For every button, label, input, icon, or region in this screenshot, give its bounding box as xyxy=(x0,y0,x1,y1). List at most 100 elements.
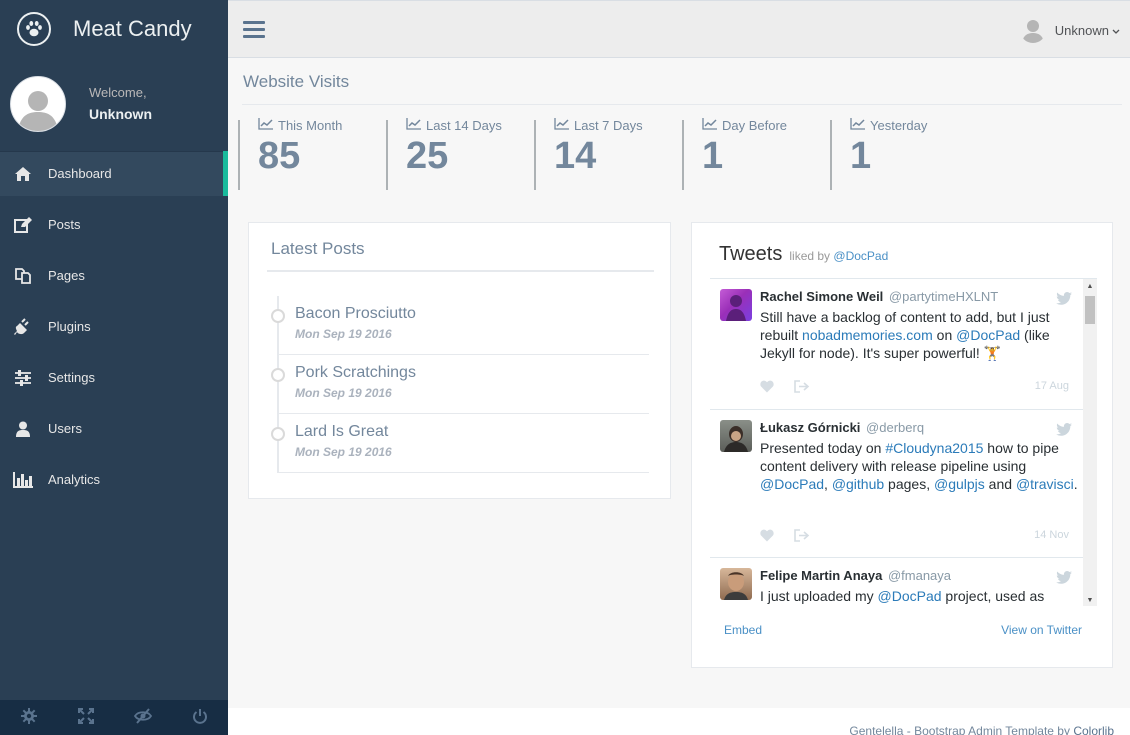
tweet-link[interactable]: nobadmemories.com xyxy=(802,327,933,343)
line-chart-icon xyxy=(850,118,870,133)
tweet-date[interactable]: 14 Nov xyxy=(1034,529,1069,541)
plug-icon xyxy=(12,316,34,338)
footer-text: Gentelella - Bootstrap Admin Template by… xyxy=(849,724,1114,735)
stat-tile: Day Before 1 xyxy=(682,118,830,190)
brand[interactable]: Meat Candy xyxy=(0,0,228,57)
scroll-thumb[interactable] xyxy=(1085,296,1095,324)
post-title-link[interactable]: Lard Is Great xyxy=(295,423,649,441)
twitter-bird-icon[interactable] xyxy=(1056,571,1072,587)
stat-label-text: Day Before xyxy=(722,118,788,133)
main-content: Website Visits This Month 85 Last 14 Day… xyxy=(228,58,1130,708)
logout-button[interactable] xyxy=(171,700,228,735)
posts-timeline: Bacon Prosciutto Mon Sep 19 2016 Pork Sc… xyxy=(271,296,649,473)
sidebar-item-plugins[interactable]: Plugins xyxy=(0,301,228,352)
bar-chart-icon xyxy=(12,469,34,491)
colorlib-link[interactable]: Colorlib xyxy=(1073,724,1114,735)
timeline-dot xyxy=(271,309,285,323)
post-title-link[interactable]: Bacon Prosciutto xyxy=(295,305,649,323)
tweet-text-segment: pages, xyxy=(884,476,934,492)
fullscreen-icon xyxy=(77,708,94,727)
profile-name: Unknown xyxy=(89,106,152,122)
hamburger-bar xyxy=(243,35,265,38)
stat-label: Yesterday xyxy=(850,118,978,133)
menu-toggle-button[interactable] xyxy=(243,21,265,39)
hamburger-icon xyxy=(243,21,265,24)
profile-avatar xyxy=(10,75,66,132)
tweet-handle[interactable]: @derberq xyxy=(866,420,924,435)
stat-count: 1 xyxy=(850,135,872,177)
tweet-actions xyxy=(760,529,830,545)
tweet-author[interactable]: Łukasz Górnicki xyxy=(760,420,860,435)
post-date: Mon Sep 19 2016 xyxy=(295,327,392,341)
home-icon xyxy=(12,163,34,185)
sidebar-item-users[interactable]: Users xyxy=(0,403,228,454)
stat-label-text: Last 14 Days xyxy=(426,118,502,133)
liked-by-label: liked by xyxy=(789,249,831,263)
avatar[interactable] xyxy=(720,289,752,321)
sidebar-item-pages[interactable]: Pages xyxy=(0,250,228,301)
post-title-link[interactable]: Pork Scratchings xyxy=(295,364,649,382)
tweet-handle[interactable]: @partytimeHXLNT xyxy=(889,289,998,304)
tweet: Łukasz Górnicki @derberq Presented today… xyxy=(710,410,1097,558)
sidebar-item-settings[interactable]: Settings xyxy=(0,352,228,403)
line-chart-icon xyxy=(406,118,426,133)
hamburger-bar xyxy=(243,28,265,31)
tweets-footer: Embed View on Twitter xyxy=(724,623,1082,637)
avatar[interactable] xyxy=(720,568,752,600)
visit-stats: This Month 85 Last 14 Days 25 Last 7 Day… xyxy=(238,118,978,190)
stat-tile: Last 14 Days 25 xyxy=(386,118,534,190)
share-icon[interactable] xyxy=(794,380,810,396)
list-item: Pork Scratchings Mon Sep 19 2016 xyxy=(271,355,649,414)
sidebar-footer xyxy=(0,700,228,735)
stat-tile: Last 7 Days 14 xyxy=(534,118,682,190)
tweet-date[interactable]: 17 Aug xyxy=(1035,380,1069,392)
stat-tile: This Month 85 xyxy=(238,118,386,190)
tweet-link[interactable]: @DocPad xyxy=(956,327,1020,343)
profile: Welcome, Unknown xyxy=(0,57,228,150)
sidebar-item-label: Plugins xyxy=(48,319,91,334)
timeline-dot xyxy=(271,427,285,441)
avatar[interactable] xyxy=(720,420,752,452)
gear-icon xyxy=(20,708,37,727)
tweet-link[interactable]: #Cloudyna2015 xyxy=(885,440,983,456)
sidebar-item-posts[interactable]: Posts xyxy=(0,199,228,250)
post-date: Mon Sep 19 2016 xyxy=(295,386,392,400)
tweet-link[interactable]: @gulpjs xyxy=(934,476,985,492)
tweet-text-segment: Presented today on xyxy=(760,440,886,456)
twitter-bird-icon[interactable] xyxy=(1056,292,1072,308)
tweet-timeline[interactable]: Rachel Simone Weil @partytimeHXLNT Still… xyxy=(710,278,1097,606)
line-chart-icon xyxy=(702,118,722,133)
heart-icon[interactable] xyxy=(760,529,774,545)
tweets-title: Tweets xyxy=(719,243,783,265)
stat-label-text: Yesterday xyxy=(870,118,928,133)
share-icon[interactable] xyxy=(794,529,810,545)
settings-button[interactable] xyxy=(0,700,57,735)
scroll-down-arrow-icon[interactable]: ▼ xyxy=(1083,593,1097,606)
scrollbar[interactable]: ▲ ▼ xyxy=(1083,279,1097,606)
fullscreen-button[interactable] xyxy=(57,700,114,735)
tweet-author[interactable]: Felipe Martin Anaya xyxy=(760,568,882,583)
tweet-link[interactable]: @DocPad xyxy=(760,476,824,492)
heart-icon[interactable] xyxy=(760,380,774,396)
website-visits-title: Website Visits xyxy=(243,72,350,91)
tweet-link[interactable]: @github xyxy=(832,476,884,492)
twitter-bird-icon[interactable] xyxy=(1056,423,1072,439)
embed-link[interactable]: Embed xyxy=(724,623,762,637)
divider xyxy=(267,270,654,272)
tweet-handle[interactable]: @fmanaya xyxy=(888,568,951,583)
liked-by-link[interactable]: @DocPad xyxy=(833,249,888,263)
tweet-text-segment: , xyxy=(824,476,832,492)
lock-button[interactable] xyxy=(114,700,171,735)
user-icon xyxy=(12,418,34,440)
pages-icon xyxy=(12,265,34,287)
sliders-icon xyxy=(12,367,34,389)
tweet-link[interactable]: @travisci xyxy=(1016,476,1074,492)
tweet-link[interactable]: @DocPad xyxy=(878,588,942,604)
user-menu[interactable]: Unknown xyxy=(1019,17,1120,43)
sidebar-item-dashboard[interactable]: Dashboard xyxy=(0,151,228,196)
scroll-up-arrow-icon[interactable]: ▲ xyxy=(1083,279,1097,293)
tweet-author[interactable]: Rachel Simone Weil xyxy=(760,289,883,304)
sidebar-item-analytics[interactable]: Analytics xyxy=(0,454,228,505)
view-on-twitter-link[interactable]: View on Twitter xyxy=(1001,623,1082,637)
tweet-actions xyxy=(760,380,830,396)
